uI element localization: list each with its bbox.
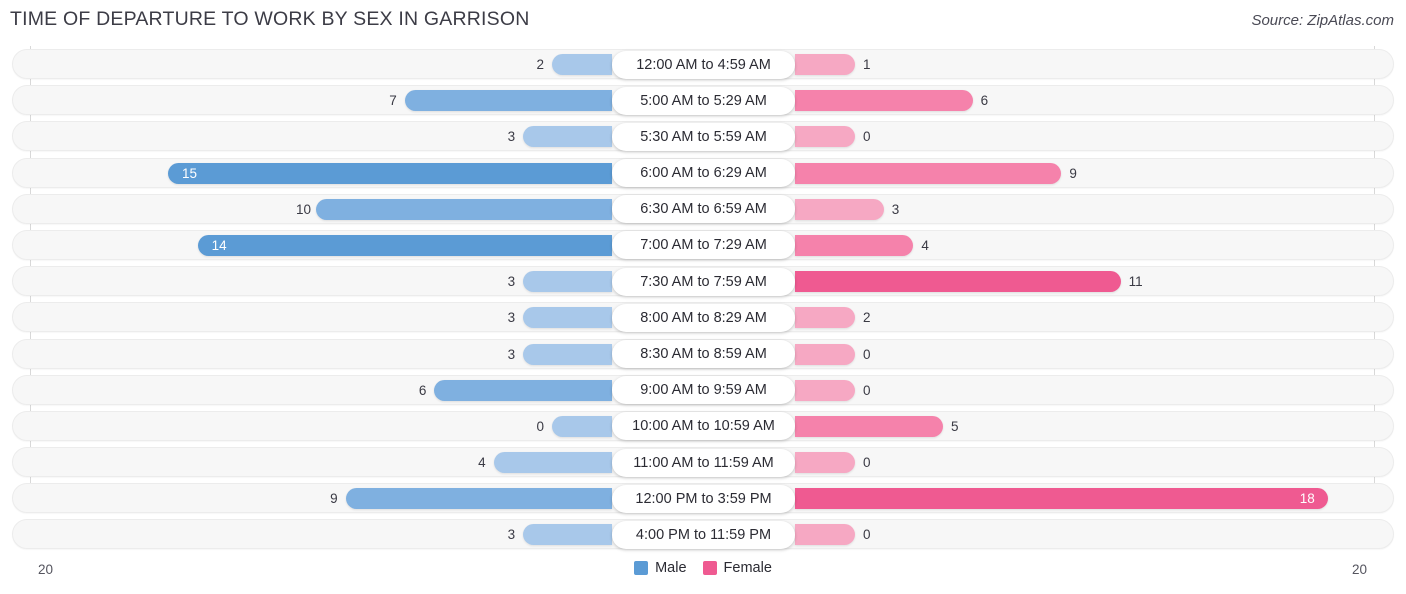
category-label[interactable]: 12:00 PM to 3:59 PM — [612, 484, 795, 513]
bar-male[interactable] — [345, 488, 612, 510]
legend-swatch-icon — [634, 561, 649, 575]
bar-male[interactable] — [523, 343, 612, 365]
bar-male[interactable] — [552, 54, 612, 75]
value-label-female: 0 — [863, 455, 871, 471]
bar-male[interactable] — [523, 307, 612, 329]
value-label-female: 2 — [863, 310, 871, 326]
value-label-male: 10 — [296, 201, 312, 217]
bar-female[interactable] — [795, 307, 855, 329]
value-label-female: 0 — [863, 382, 871, 398]
value-label-male: 6 — [418, 382, 427, 398]
category-label[interactable]: 6:30 AM to 6:59 AM — [612, 195, 795, 224]
value-label-male: 0 — [536, 418, 544, 434]
category-label[interactable]: 5:30 AM to 5:59 AM — [612, 122, 795, 151]
chart-row: 10 3 6:30 AM to 6:59 AM — [0, 191, 1406, 227]
chart-row: 3 0 4:00 PM to 11:59 PM — [0, 516, 1406, 552]
value-label-female: 0 — [863, 346, 871, 362]
category-label[interactable]: 9:00 AM to 9:59 AM — [612, 376, 795, 405]
category-label[interactable]: 8:30 AM to 8:59 AM — [612, 340, 795, 368]
bar-female[interactable] — [795, 234, 914, 256]
value-label-female: 11 — [1128, 274, 1143, 290]
bar-male[interactable] — [552, 415, 612, 437]
value-label-male: 9 — [330, 491, 338, 507]
chart-row: 14 4 7:00 AM to 7:29 AM — [0, 227, 1406, 263]
chart-row: 3 2 8:00 AM to 8:29 AM — [0, 299, 1406, 335]
bar-male[interactable] — [404, 90, 612, 112]
chart-row: 3 11 7:30 AM to 7:59 AM — [0, 263, 1406, 299]
bar-female[interactable] — [795, 379, 855, 401]
category-label[interactable]: 10:00 AM to 10:59 AM — [612, 412, 795, 441]
page-title: TIME OF DEPARTURE TO WORK BY SEX IN GARR… — [10, 8, 530, 30]
bar-male[interactable] — [523, 126, 612, 148]
value-label-male: 3 — [507, 527, 516, 543]
value-label-male: 7 — [389, 93, 397, 109]
chart-legend: Male Female — [0, 560, 1406, 576]
bar-female[interactable] — [795, 90, 973, 112]
source-attribution: Source: ZipAtlas.com — [1251, 12, 1394, 29]
chart-row: 15 9 6:00 AM to 6:29 AM — [0, 155, 1406, 191]
bar-female[interactable] — [795, 126, 855, 148]
legend-label: Male — [655, 560, 687, 576]
chart-plot-area: 2 1 12:00 AM to 4:59 AM 7 6 5:00 AM to 5:29 A… — [0, 46, 1406, 554]
bar-male[interactable] — [316, 198, 612, 220]
category-label[interactable]: 7:00 AM to 7:29 AM — [612, 231, 795, 260]
value-label-male: 3 — [507, 346, 516, 362]
bar-female[interactable] — [795, 415, 943, 437]
legend-item[interactable]: Female — [702, 560, 772, 576]
bar-female[interactable] — [795, 54, 855, 75]
value-label-male: 14 — [211, 237, 227, 253]
chart-row: 2 1 12:00 AM to 4:59 AM — [0, 46, 1406, 82]
value-label-female: 0 — [863, 129, 871, 145]
chart-row: 0 5 10:00 AM to 10:59 AM — [0, 408, 1406, 444]
value-label-male: 2 — [536, 57, 544, 72]
chart-row: 7 6 5:00 AM to 5:29 AM — [0, 82, 1406, 118]
bar-female[interactable] — [795, 198, 884, 220]
bar-female[interactable] — [795, 271, 1121, 293]
legend-label: Female — [723, 560, 772, 576]
category-label[interactable]: 6:00 AM to 6:29 AM — [612, 159, 795, 188]
bar-female[interactable] — [795, 488, 1328, 510]
value-label-male: 3 — [507, 310, 516, 326]
value-label-female: 0 — [863, 527, 871, 543]
category-label[interactable]: 5:00 AM to 5:29 AM — [612, 86, 795, 115]
legend-item[interactable]: Male — [634, 560, 687, 576]
value-label-female: 5 — [951, 418, 959, 434]
category-label[interactable]: 7:30 AM to 7:59 AM — [612, 267, 795, 296]
value-label-male: 4 — [478, 455, 486, 471]
bar-female[interactable] — [795, 343, 855, 365]
bar-female[interactable] — [795, 452, 855, 474]
value-label-female: 1 — [863, 57, 871, 72]
category-label[interactable]: 12:00 AM to 4:59 AM — [612, 50, 795, 79]
category-label[interactable]: 8:00 AM to 8:29 AM — [612, 303, 795, 332]
chart-row: 3 0 5:30 AM to 5:59 AM — [0, 118, 1406, 154]
chart-rows: 2 1 12:00 AM to 4:59 AM 7 6 5:00 AM to 5:29 A… — [0, 46, 1406, 553]
chart-row: 3 0 8:30 AM to 8:59 AM — [0, 336, 1406, 372]
bar-female[interactable] — [795, 524, 855, 546]
chart-row: 6 0 9:00 AM to 9:59 AM — [0, 372, 1406, 408]
bar-male[interactable] — [168, 162, 612, 184]
chart-row: 9 18 12:00 PM to 3:59 PM — [0, 480, 1406, 516]
bar-male[interactable] — [493, 452, 612, 474]
chart-root: TIME OF DEPARTURE TO WORK BY SEX IN GARR… — [0, 0, 1406, 594]
value-label-female: 4 — [921, 237, 929, 253]
chart-row: 4 0 11:00 AM to 11:59 AM — [0, 444, 1406, 480]
value-label-female: 6 — [980, 93, 989, 109]
bar-male[interactable] — [523, 524, 612, 546]
bar-male[interactable] — [523, 271, 612, 293]
value-label-female: 3 — [891, 201, 900, 217]
value-label-female: 9 — [1069, 165, 1077, 181]
category-label[interactable]: 4:00 PM to 11:59 PM — [612, 520, 795, 549]
value-label-female: 18 — [1299, 491, 1315, 507]
bar-female[interactable] — [795, 162, 1062, 184]
bar-male[interactable] — [197, 234, 612, 256]
category-label[interactable]: 11:00 AM to 11:59 AM — [612, 448, 795, 477]
value-label-male: 3 — [507, 129, 516, 145]
value-label-male: 15 — [182, 165, 198, 181]
bar-male[interactable] — [434, 379, 612, 401]
value-label-male: 3 — [507, 274, 516, 290]
legend-swatch-icon — [702, 561, 717, 575]
